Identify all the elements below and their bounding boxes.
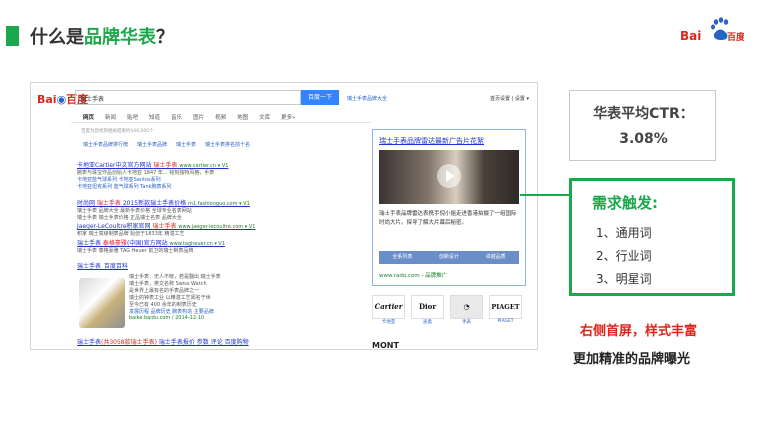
brand-tile[interactable]: ◔: [450, 295, 483, 319]
brand-ad-box: 瑞士手表品牌雷达最新广告片花絮 瑞士手表品牌雷达表携手倪小姐走进香港拍摄了一组国…: [372, 129, 526, 286]
serp-tabs: 网页 新闻 贴吧 知道 音乐 图片 视频 地图 文库 更多»: [83, 113, 296, 121]
suggest-link[interactable]: 瑞士手表品牌排行榜: [83, 141, 128, 148]
tabs-divider: [71, 122, 371, 123]
title-accent-bar: [6, 26, 19, 46]
brand-tile-partial[interactable]: MONT: [372, 341, 399, 349]
search-result: Jaeger-LeCoultre积家官网 瑞士手表 www.jaeger-lec…: [77, 221, 256, 237]
svg-text:百度: 百度: [727, 31, 744, 43]
brand-tile[interactable]: PIAGET: [489, 295, 522, 319]
ad-button[interactable]: 卓越品质: [472, 251, 519, 264]
trigger-item: 3、明星词: [596, 272, 652, 286]
search-result: 时尚网 瑞士手表 2015新款瑞士手表价格 m1.fashionguo.com …: [77, 198, 250, 221]
result-title[interactable]: 瑞士手表 泰格豪雅(中国)官方网站 www.tagheuer.cn ▾ V1: [77, 238, 225, 247]
wiki-links[interactable]: 发展历程 品牌历史 腕表构造 主要品牌: [129, 308, 221, 315]
trigger-item: 1、通用词: [596, 226, 652, 240]
tab-tieba[interactable]: 贴吧: [127, 113, 138, 121]
tab-news[interactable]: 新闻: [105, 113, 116, 121]
tab-images[interactable]: 图片: [193, 113, 204, 121]
ad-button-row: 全系列表 创新设计 卓越品质: [379, 251, 519, 264]
ad-video-thumbnail[interactable]: [379, 150, 519, 204]
tab-zhidao[interactable]: 知道: [149, 113, 160, 121]
trigger-item: 2、行业词: [596, 249, 652, 263]
result-title[interactable]: Jaeger-LeCoultre积家官网 瑞士手表 www.jaeger-lec…: [77, 221, 255, 230]
ctr-box: 华表平均CTR： 3.08%: [569, 90, 716, 161]
title-highlight: 品牌华表: [84, 27, 156, 48]
brand-tile-wrap: PIAGET PIAGET: [489, 295, 522, 324]
brand-tile-wrap: Cartier 卡地亚: [372, 295, 405, 325]
ad-url[interactable]: www.rado.com - 品牌推广: [379, 271, 447, 279]
suggest-link[interactable]: 瑞士手表排名前十名: [205, 141, 250, 148]
svg-text:Bai: Bai: [680, 29, 701, 43]
tab-map[interactable]: 地图: [237, 113, 248, 121]
search-result: 瑞士手表 泰格豪雅(中国)官方网站 www.tagheuer.cn ▾ V1 瑞…: [77, 238, 226, 254]
result-title[interactable]: 时尚网 瑞士手表 2015新款瑞士手表价格 m1.fashionguo.com …: [77, 198, 250, 207]
brand-tile-wrap: ◔ 手表: [450, 295, 483, 325]
brand-tile-wrap: Dior 迪奥: [411, 295, 444, 325]
highlight-note: 右侧首屏，样式丰富: [580, 324, 698, 339]
wiki-snippet: 瑞士手表：无人不晓，若是翻出 瑞士手表 瑞士手表，英文名称 Swiss Watc…: [129, 274, 221, 321]
result-title[interactable]: 瑞士手表(共3058款瑞士手表) 瑞士手表报价 参数 评论 百度购物: [77, 337, 249, 346]
wiki-title[interactable]: 瑞士手表_百度百科: [77, 261, 128, 270]
summary-note: 更加精准的品牌曝光: [573, 352, 691, 367]
result-title[interactable]: 卡地亚Cartier中文官方网站 瑞士手表 www.cartier.cn ▾ V…: [77, 160, 228, 169]
tab-web[interactable]: 网页: [83, 113, 94, 121]
tab-wenku[interactable]: 文库: [259, 113, 270, 121]
ctr-value: 3.08%: [619, 131, 668, 147]
connector-line: [520, 194, 572, 196]
serp-screenshot: Bai◉百度 瑞士手表 百度一下 瑞士手表品牌大全 首页设置 | 设置 ▾ 网页…: [30, 82, 538, 350]
ad-button[interactable]: 全系列表: [379, 251, 426, 264]
brand-tile[interactable]: Dior: [411, 295, 444, 319]
result-count: 百度为您找到相关结果约100,000个: [81, 129, 154, 134]
ad-description: 瑞士手表品牌雷达表携手倪小姐走进香港拍摄了一组国际时尚大片。探寻了解大片幕后秘密…: [379, 211, 517, 226]
slide-title: 什么是品牌华表？: [30, 27, 174, 48]
trigger-title: 需求触发:: [592, 194, 658, 212]
ad-button[interactable]: 创新设计: [426, 251, 473, 264]
search-result: 卡地亚Cartier中文官方网站 瑞士手表 www.cartier.cn ▾ V…: [77, 160, 229, 190]
ad-title[interactable]: 瑞士手表品牌雷达最新广告片花絮: [379, 136, 484, 146]
search-input[interactable]: 瑞士手表: [75, 90, 301, 105]
play-icon[interactable]: [437, 164, 461, 188]
watch-image: [79, 278, 125, 328]
related-searches: 瑞士手表品牌排行榜 瑞士手表品牌 瑞士手表 瑞士手表排名前十名: [83, 141, 250, 148]
trigger-box: 需求触发: 1、通用词 2、行业词 3、明星词: [569, 178, 735, 296]
tab-more[interactable]: 更多»: [281, 113, 295, 121]
ctr-title: 华表平均CTR：: [593, 106, 694, 122]
tab-video[interactable]: 视频: [215, 113, 226, 121]
brand-tile[interactable]: Cartier: [372, 295, 405, 319]
search-button[interactable]: 百度一下: [301, 90, 339, 105]
baidu-logo: Bai 百度: [680, 17, 744, 43]
wiki-url: baike.baidu.com / 2014-12-10: [129, 315, 205, 321]
tab-music[interactable]: 音乐: [171, 113, 182, 121]
suggest-link[interactable]: 瑞士手表: [176, 141, 196, 148]
top-link[interactable]: 瑞士手表品牌大全: [347, 95, 387, 102]
suggest-link[interactable]: 瑞士手表品牌: [137, 141, 167, 148]
top-right-links[interactable]: 首页设置 | 设置 ▾: [490, 95, 529, 102]
